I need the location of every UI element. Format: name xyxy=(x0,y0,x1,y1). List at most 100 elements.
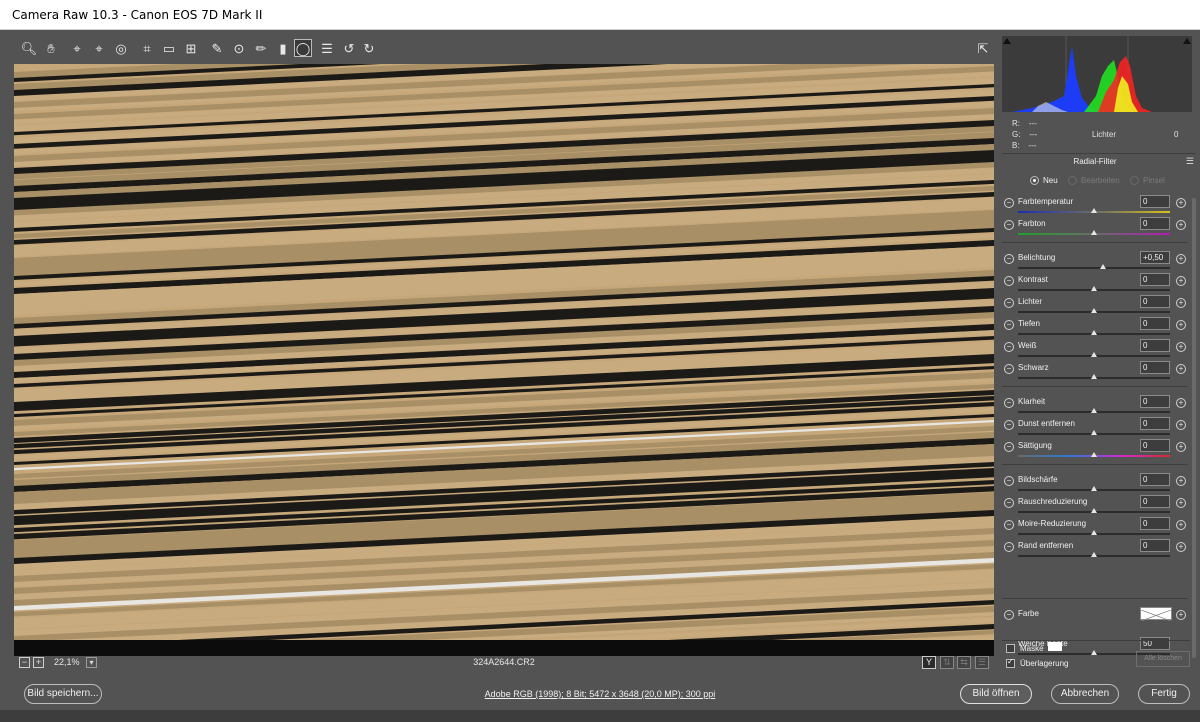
rand-entfernen-minus-button[interactable]: − xyxy=(1004,542,1014,552)
belichtung-track[interactable] xyxy=(1018,267,1170,269)
tiefen-value[interactable]: 0 xyxy=(1140,317,1170,330)
lichter-plus-button[interactable]: + xyxy=(1176,298,1186,308)
rand-entfernen-plus-button[interactable]: + xyxy=(1176,542,1186,552)
tiefen-plus-button[interactable]: + xyxy=(1176,320,1186,330)
straighten-tool-icon[interactable]: ▭ xyxy=(160,39,178,57)
moire-reduzierung-minus-button[interactable]: − xyxy=(1004,520,1014,530)
rauschreduzierung-plus-button[interactable]: + xyxy=(1176,498,1186,508)
targeted-adjustment-tool-icon[interactable]: ◎ xyxy=(112,39,130,57)
rotate-right-icon[interactable]: ↻ xyxy=(360,39,378,57)
bildschaerfe-minus-button[interactable]: − xyxy=(1004,476,1014,486)
transform-tool-icon[interactable]: ⊞ xyxy=(182,39,200,57)
rauschreduzierung-value[interactable]: 0 xyxy=(1140,495,1170,508)
rand-entfernen-thumb[interactable] xyxy=(1091,552,1097,557)
schwarz-thumb[interactable] xyxy=(1091,374,1097,379)
kontrast-thumb[interactable] xyxy=(1091,286,1097,291)
bildschaerfe-plus-button[interactable]: + xyxy=(1176,476,1186,486)
mask-checkbox[interactable] xyxy=(1006,644,1015,653)
schwarz-value[interactable]: 0 xyxy=(1140,361,1170,374)
panel-scrollbar-thumb[interactable] xyxy=(1192,198,1196,658)
fullscreen-toggle-icon[interactable]: ⇱ xyxy=(974,39,992,57)
klarheit-minus-button[interactable]: − xyxy=(1004,398,1014,408)
kontrast-minus-button[interactable]: − xyxy=(1004,276,1014,286)
tiefen-thumb[interactable] xyxy=(1091,330,1097,335)
bildschaerfe-thumb[interactable] xyxy=(1091,486,1097,491)
zoom-tool-icon[interactable]: 🔍︎ xyxy=(20,39,38,57)
preview-image[interactable] xyxy=(14,64,994,656)
open-image-button[interactable]: Bild öffnen xyxy=(960,684,1032,704)
radial-filter-icon[interactable]: ◯ xyxy=(294,39,312,57)
spot-removal-tool-icon[interactable]: ✎ xyxy=(208,39,226,57)
schwarz-minus-button[interactable]: − xyxy=(1004,364,1014,374)
toggle-settings-icon[interactable]: ☰ xyxy=(975,656,989,669)
mask-color-swatch[interactable] xyxy=(1048,642,1062,651)
image-preview[interactable] xyxy=(14,64,994,656)
clear-all-button[interactable]: Alle löschen xyxy=(1136,651,1190,667)
farbton-value[interactable]: 0 xyxy=(1140,217,1170,230)
white-balance-tool-icon[interactable]: ⌖ xyxy=(68,39,86,57)
mode-radio-pinsel[interactable] xyxy=(1130,176,1139,185)
color-plus-button[interactable]: + xyxy=(1176,610,1186,620)
preferences-icon[interactable]: ☰ xyxy=(318,39,336,57)
farbtemperatur-value[interactable]: 0 xyxy=(1140,195,1170,208)
color-swatch[interactable] xyxy=(1140,607,1172,622)
saettigung-plus-button[interactable]: + xyxy=(1176,442,1186,452)
schwarz-plus-button[interactable]: + xyxy=(1176,364,1186,374)
moire-reduzierung-value[interactable]: 0 xyxy=(1140,517,1170,530)
saettigung-value[interactable]: 0 xyxy=(1140,439,1170,452)
color-minus-button[interactable]: − xyxy=(1004,610,1014,620)
kontrast-value[interactable]: 0 xyxy=(1140,273,1170,286)
rotate-left-icon[interactable]: ↺ xyxy=(340,39,358,57)
weiss-thumb[interactable] xyxy=(1091,352,1097,357)
red-eye-tool-icon[interactable]: ⊙ xyxy=(230,39,248,57)
dunst-entfernen-plus-button[interactable]: + xyxy=(1176,420,1186,430)
moire-reduzierung-plus-button[interactable]: + xyxy=(1176,520,1186,530)
kontrast-plus-button[interactable]: + xyxy=(1176,276,1186,286)
lichter-value[interactable]: 0 xyxy=(1140,295,1170,308)
farbtemperatur-plus-button[interactable]: + xyxy=(1176,198,1186,208)
swap-settings-icon[interactable]: ⇅ xyxy=(940,656,954,669)
color-sampler-tool-icon[interactable]: ⌖ xyxy=(90,39,108,57)
lichter-minus-button[interactable]: − xyxy=(1004,298,1014,308)
tiefen-minus-button[interactable]: − xyxy=(1004,320,1014,330)
farbtemperatur-minus-button[interactable]: − xyxy=(1004,198,1014,208)
rauschreduzierung-minus-button[interactable]: − xyxy=(1004,498,1014,508)
saettigung-minus-button[interactable]: − xyxy=(1004,442,1014,452)
weiss-plus-button[interactable]: + xyxy=(1176,342,1186,352)
klarheit-thumb[interactable] xyxy=(1091,408,1097,413)
klarheit-plus-button[interactable]: + xyxy=(1176,398,1186,408)
panel-menu-icon[interactable]: ☰ xyxy=(1186,156,1194,167)
hand-tool-icon[interactable]: ✋︎ xyxy=(42,39,60,57)
graduated-filter-icon[interactable]: ▮ xyxy=(274,39,292,57)
farbton-minus-button[interactable]: − xyxy=(1004,220,1014,230)
belichtung-plus-button[interactable]: + xyxy=(1176,254,1186,264)
dunst-entfernen-value[interactable]: 0 xyxy=(1140,417,1170,430)
mode-radio-neu[interactable] xyxy=(1030,176,1039,185)
highlight-clipping-warning-icon[interactable] xyxy=(1183,38,1191,44)
bildschaerfe-value[interactable]: 0 xyxy=(1140,473,1170,486)
crop-tool-icon[interactable]: ⌗ xyxy=(138,39,156,57)
cancel-button[interactable]: Abbrechen xyxy=(1051,684,1119,704)
adjustment-brush-icon[interactable]: ✏︎ xyxy=(252,39,270,57)
belichtung-minus-button[interactable]: − xyxy=(1004,254,1014,264)
overlay-checkbox[interactable] xyxy=(1006,657,1015,668)
before-after-toggle-button[interactable]: Y xyxy=(922,656,936,669)
farbton-thumb[interactable] xyxy=(1091,230,1097,235)
moire-reduzierung-thumb[interactable] xyxy=(1091,530,1097,535)
copy-settings-icon[interactable]: ⇆ xyxy=(957,656,971,669)
shadow-clipping-warning-icon[interactable] xyxy=(1003,38,1011,44)
saettigung-thumb[interactable] xyxy=(1091,452,1097,457)
klarheit-value[interactable]: 0 xyxy=(1140,395,1170,408)
rand-entfernen-value[interactable]: 0 xyxy=(1140,539,1170,552)
weiss-value[interactable]: 0 xyxy=(1140,339,1170,352)
panel-scrollbar[interactable] xyxy=(1190,194,1198,668)
belichtung-thumb[interactable] xyxy=(1100,264,1107,269)
farbton-plus-button[interactable]: + xyxy=(1176,220,1186,230)
dunst-entfernen-thumb[interactable] xyxy=(1091,430,1097,435)
lichter-thumb[interactable] xyxy=(1091,308,1097,313)
belichtung-value[interactable]: +0,50 xyxy=(1140,251,1170,264)
rauschreduzierung-thumb[interactable] xyxy=(1091,508,1097,513)
weiss-minus-button[interactable]: − xyxy=(1004,342,1014,352)
farbtemperatur-thumb[interactable] xyxy=(1091,208,1097,213)
dunst-entfernen-minus-button[interactable]: − xyxy=(1004,420,1014,430)
